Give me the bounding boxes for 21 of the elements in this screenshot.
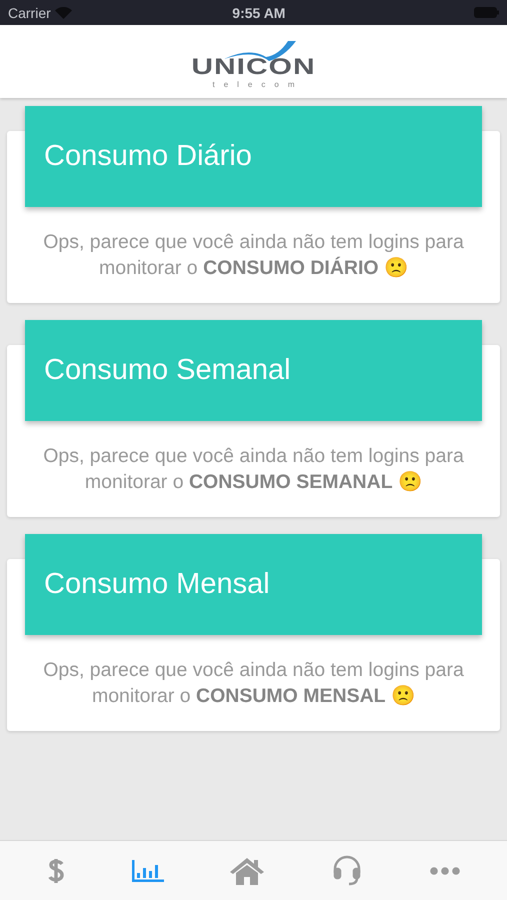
empty-message: Ops, parece que você ainda não tem logins para monitorar o CONSUMO MENSAL 🙁: [42, 658, 465, 709]
home-icon: [230, 858, 264, 884]
more-icon: [430, 866, 460, 874]
bar-chart-icon: [132, 860, 164, 882]
wifi-icon: [54, 6, 72, 18]
logo-wordmark: UNICON: [191, 56, 316, 77]
empty-message: Ops, parece que você ainda não tem logins para monitorar o CONSUMO DIÁRIO 🙁: [42, 230, 465, 281]
tab-bar-item[interactable]: [430, 866, 460, 874]
logo-tagline: telecom: [212, 80, 304, 88]
battery-icon: [474, 7, 499, 18]
dollar-icon: [48, 856, 64, 884]
card-title: Consumo Semanal: [44, 354, 291, 387]
tab-bar-item[interactable]: [331, 854, 364, 886]
headset-icon: [334, 855, 360, 885]
carrier-label: Carrier: [8, 4, 51, 20]
status-time: 9:55 AM: [232, 4, 286, 20]
card-title: Consumo Diário: [44, 140, 252, 173]
tab-bar-item[interactable]: [132, 860, 164, 882]
tab-bar-item[interactable]: [230, 856, 264, 884]
empty-message: Ops, parece que você ainda não tem logins para monitorar o CONSUMO SEMANAL 🙁: [42, 444, 465, 495]
card-title: Consumo Mensal: [44, 568, 270, 601]
